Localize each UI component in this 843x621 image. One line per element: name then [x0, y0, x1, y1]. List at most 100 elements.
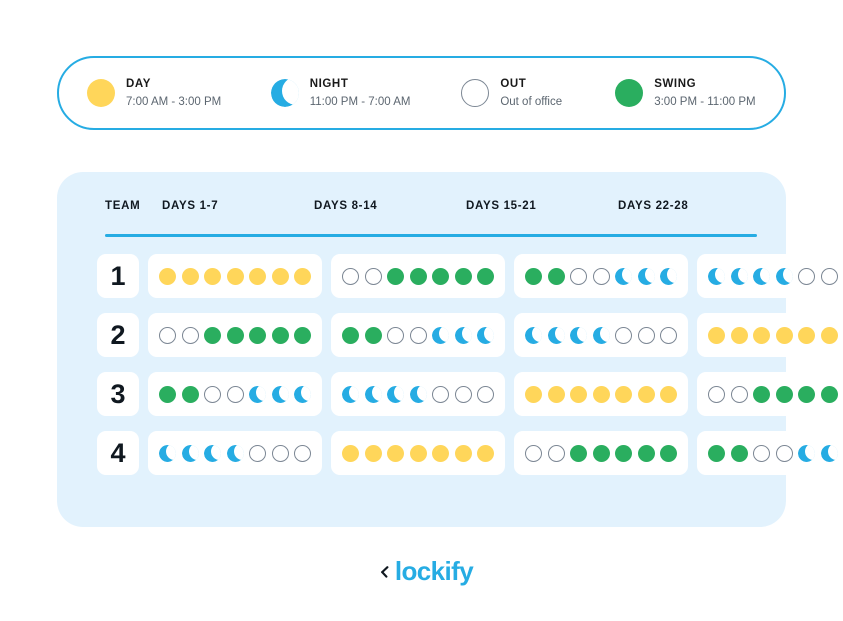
night-shift-icon: [204, 444, 221, 462]
day-shift-icon: [294, 267, 311, 285]
day-shift-icon: [364, 444, 382, 462]
schedule-panel: TEAM DAYS 1-7 DAYS 8-14 DAYS 15-21 DAYS 22-2…: [57, 172, 843, 527]
night-shift-icon: [342, 385, 359, 403]
night-shift-icon: [798, 444, 815, 462]
day-shift-icon: [660, 385, 677, 403]
table-row: 2: [97, 313, 843, 357]
night-shift-icon: [820, 444, 838, 462]
night-shift-icon: [730, 267, 748, 285]
week-cell[interactable]: [697, 313, 843, 357]
week-cell[interactable]: [697, 254, 843, 298]
swing-shift-icon: [364, 326, 382, 344]
day-shift-icon: [708, 326, 725, 344]
week-cell[interactable]: [514, 254, 688, 298]
swing-shift-icon: [159, 385, 176, 403]
table-row: 4: [97, 431, 843, 475]
day-shift-icon: [547, 385, 565, 403]
team-number-badge: 4: [97, 431, 139, 475]
week-cell[interactable]: [148, 431, 322, 475]
week-cell[interactable]: [148, 254, 322, 298]
out-shift-icon: [570, 267, 587, 285]
day-shift-icon: [798, 326, 815, 344]
out-shift-icon: [775, 444, 793, 462]
night-shift-icon: [226, 444, 244, 462]
day-shift-icon: [753, 326, 770, 344]
week-cell[interactable]: [331, 431, 505, 475]
swing-shift-icon: [637, 444, 655, 462]
swing-shift-icon: [615, 444, 632, 462]
out-shift-icon: [798, 267, 815, 285]
day-shift-icon: [432, 444, 449, 462]
legend-item-hours: 11:00 PM - 7:00 AM: [309, 95, 411, 108]
out-shift-icon: [730, 385, 748, 403]
night-shift-icon: [454, 326, 472, 344]
day-shift-icon: [249, 267, 266, 285]
day-circle-icon: [87, 79, 115, 107]
week-cell[interactable]: [697, 372, 843, 416]
night-shift-icon: [637, 267, 655, 285]
night-shift-icon: [159, 444, 176, 462]
team-number-badge: 3: [97, 372, 139, 416]
night-shift-icon: [547, 326, 565, 344]
swing-circle-icon: [615, 79, 644, 107]
day-shift-icon: [477, 444, 494, 462]
out-shift-icon: [159, 326, 176, 344]
swing-shift-icon: [226, 326, 244, 344]
out-shift-icon: [387, 326, 404, 344]
day-shift-icon: [409, 444, 427, 462]
day-shift-icon: [271, 267, 289, 285]
swing-shift-icon: [820, 385, 838, 403]
clockify-logo: lockify: [0, 558, 843, 584]
out-shift-icon: [637, 326, 655, 344]
swing-shift-icon: [387, 267, 404, 285]
legend-item-title: SWING: [654, 78, 697, 91]
out-shift-icon: [271, 444, 289, 462]
week-cell[interactable]: [331, 313, 505, 357]
week-cell[interactable]: [514, 313, 688, 357]
swing-shift-icon: [181, 385, 199, 403]
out-shift-icon: [409, 326, 427, 344]
week-cell[interactable]: [148, 372, 322, 416]
week-cell[interactable]: [697, 431, 843, 475]
swing-shift-icon: [708, 444, 725, 462]
out-shift-icon: [181, 326, 199, 344]
day-shift-icon: [181, 267, 199, 285]
legend-item-title: DAY: [126, 78, 152, 91]
night-shift-icon: [181, 444, 199, 462]
legend-item-swing: SWING 3:00 PM - 11:00 PM: [615, 77, 784, 109]
logo-wordmark: lockify: [394, 556, 474, 586]
team-number-badge: 1: [97, 254, 139, 298]
night-shift-icon: [364, 385, 382, 403]
out-shift-icon: [753, 444, 770, 462]
out-shift-icon: [294, 444, 311, 462]
night-shift-icon: [432, 326, 449, 344]
legend-item-hours: 3:00 PM - 11:00 PM: [654, 95, 756, 108]
week-cell[interactable]: [331, 372, 505, 416]
swing-shift-icon: [660, 444, 677, 462]
night-shift-icon: [570, 326, 587, 344]
week-cell[interactable]: [148, 313, 322, 357]
swing-shift-icon: [547, 267, 565, 285]
shift-legend: DAY 7:00 AM - 3:00 PM NIGHT 11:00 PM - 7:00…: [57, 56, 786, 130]
out-shift-icon: [477, 385, 494, 403]
swing-shift-icon: [798, 385, 815, 403]
legend-item-night: NIGHT 11:00 PM - 7:00 AM: [270, 77, 462, 109]
swing-shift-icon: [294, 326, 311, 344]
column-header-week-2: DAYS 8-14: [314, 200, 378, 212]
night-shift-icon: [615, 267, 632, 285]
legend-item-text: OUT Out of office: [500, 77, 562, 109]
out-shift-icon: [342, 267, 359, 285]
day-shift-icon: [226, 267, 244, 285]
week-cell[interactable]: [331, 254, 505, 298]
week-cell[interactable]: [514, 431, 688, 475]
night-shift-icon: [660, 267, 677, 285]
header-divider: [105, 234, 757, 237]
week-cell[interactable]: [514, 372, 688, 416]
out-shift-icon: [226, 385, 244, 403]
night-shift-icon: [775, 267, 793, 285]
day-shift-icon: [159, 267, 176, 285]
team-number-badge: 2: [97, 313, 139, 357]
day-shift-icon: [570, 385, 587, 403]
out-shift-icon: [364, 267, 382, 285]
night-shift-icon: [409, 385, 427, 403]
